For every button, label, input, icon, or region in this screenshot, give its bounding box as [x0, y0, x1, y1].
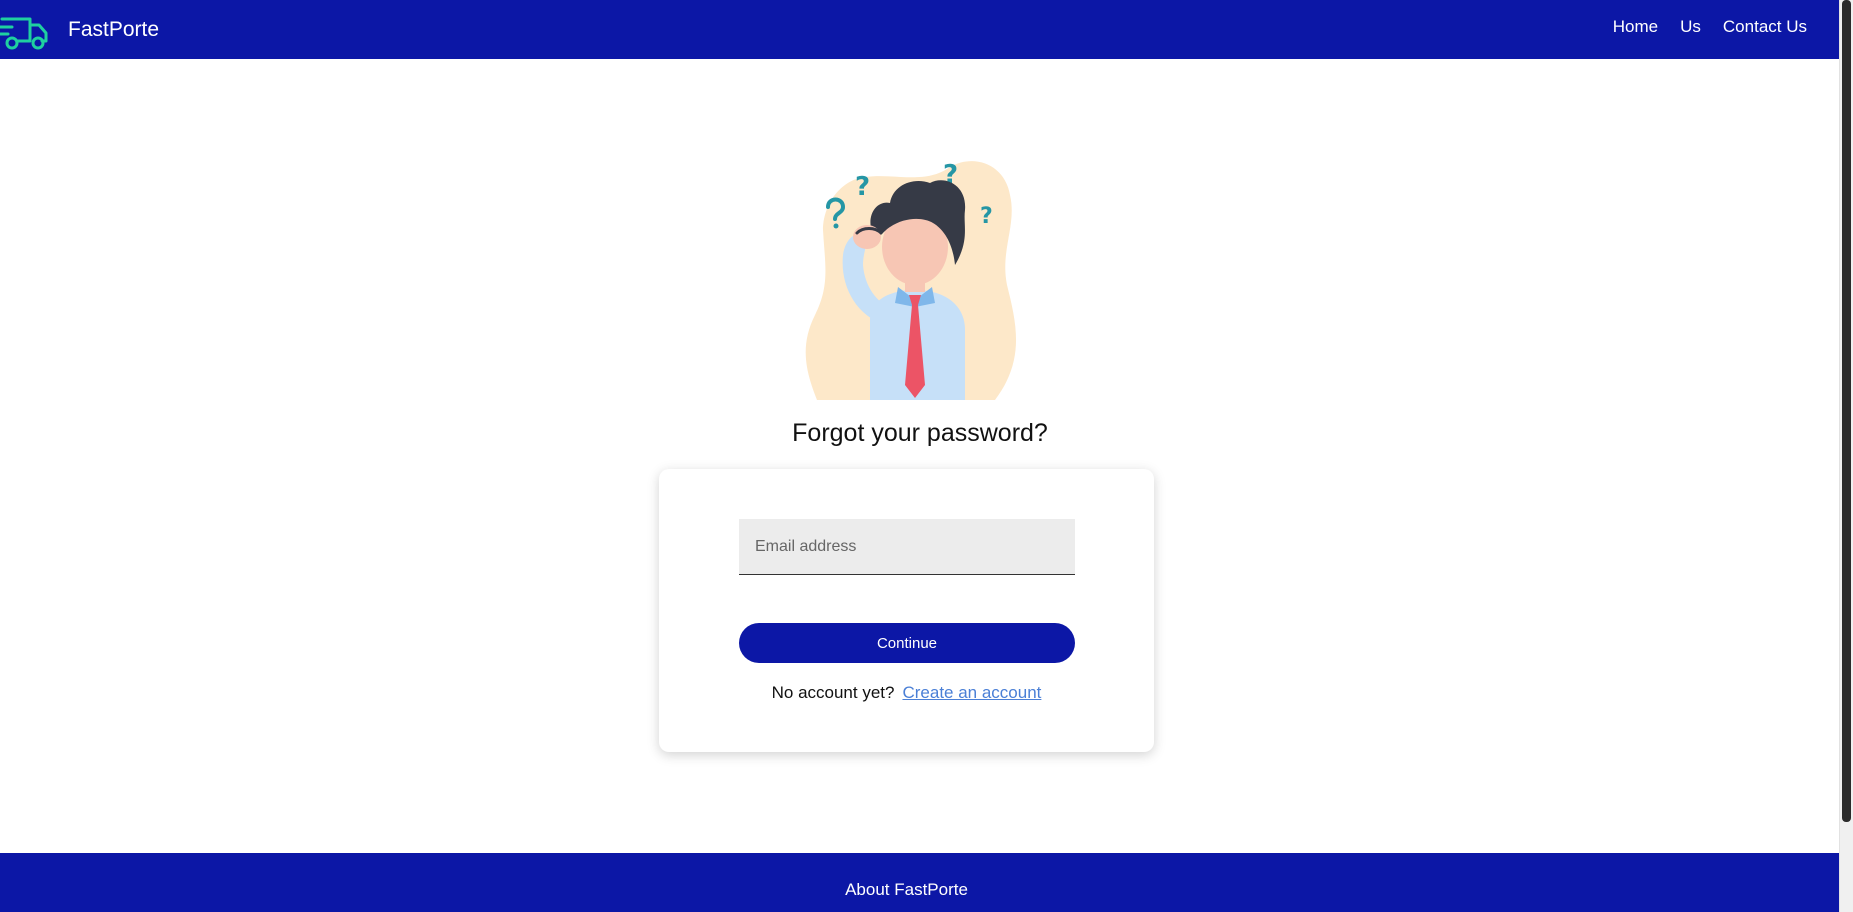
vertical-scrollbar[interactable] [1839, 0, 1853, 912]
confused-person-illustration: ? ? ? [805, 160, 1017, 400]
page: FastPorte Home Us Contact Us ? ? ? Forgo… [0, 0, 1853, 912]
nav-contact[interactable]: Contact Us [1723, 17, 1807, 37]
email-field[interactable] [739, 519, 1075, 575]
nav-home[interactable]: Home [1613, 17, 1658, 37]
top-navbar: FastPorte Home Us Contact Us [0, 0, 1840, 59]
nav-us[interactable]: Us [1680, 17, 1701, 37]
reset-password-card: Continue No account yet? Create an accoun… [659, 469, 1154, 752]
truck-icon [0, 17, 48, 49]
continue-button[interactable]: Continue [739, 623, 1075, 663]
no-account-text: No account yet? [771, 683, 895, 702]
question-mark-3: ? [980, 204, 993, 229]
create-account-link[interactable]: Create an account [902, 683, 1041, 702]
brand-name: FastPorte [68, 17, 160, 41]
scrollbar-thumb[interactable] [1842, 0, 1851, 822]
nav-links: Home Us Contact Us [1591, 0, 1807, 53]
question-mark-1: ? [855, 172, 870, 202]
brand[interactable]: FastPorte [0, 0, 159, 59]
footer-about[interactable]: About FastPorte [0, 880, 1813, 900]
page-title: Forgot your password? [792, 419, 1048, 447]
footer: About FastPorte [0, 853, 1840, 912]
signup-line: No account yet? Create an account [659, 683, 1154, 703]
